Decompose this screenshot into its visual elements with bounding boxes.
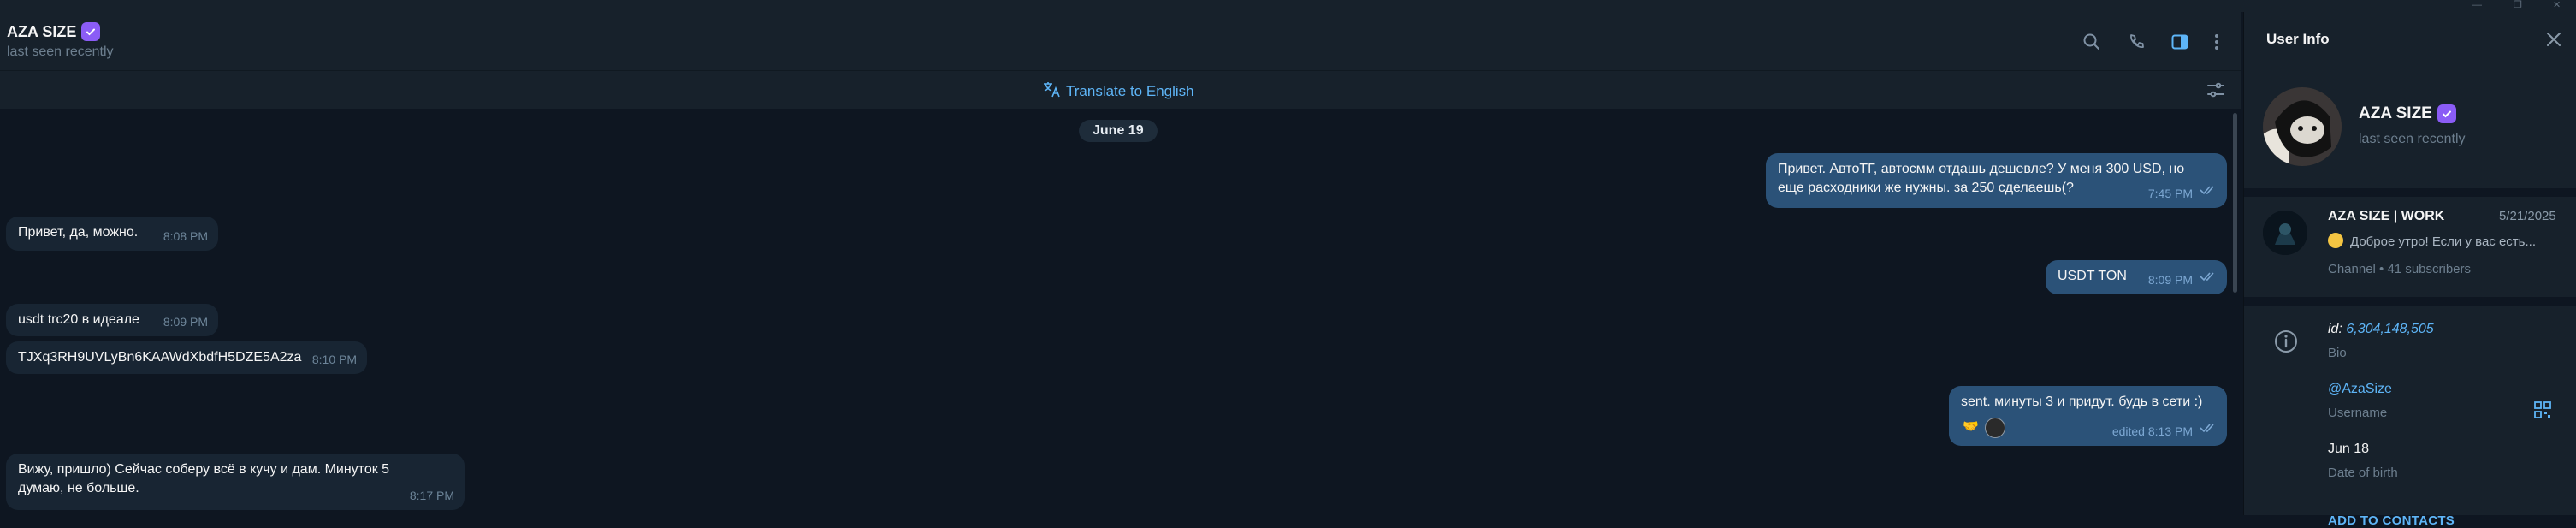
username-label: Username (2328, 406, 2388, 420)
message-time: 8:17 PM (409, 489, 454, 502)
user-id-prefix: id: (2328, 322, 2347, 336)
chat-status: last seen recently (7, 44, 114, 59)
window-titlebar: — ❐ ✕ (0, 0, 2576, 12)
chat-pane: AZA SIZE last seen recently Translate to… (0, 12, 2241, 515)
minimize-icon[interactable]: — (2472, 0, 2482, 10)
message-incoming[interactable]: usdt trc20 в идеале 8:09 PM (6, 304, 218, 336)
handshake-emoji-icon: 🤝 (1963, 419, 1979, 434)
message-text: TJXq3RH9UVLyBn6KAAWdXbdfH5DZE5A2za (18, 350, 302, 365)
message-outgoing[interactable]: Привет. АвтоТГ, автосмм отдашь дешевле? … (1766, 153, 2227, 208)
verified-icon (81, 22, 101, 41)
message-time: 8:10 PM (311, 353, 357, 366)
emoji-row: 🤝 (1963, 418, 2005, 438)
translate-button[interactable]: Translate to English (1042, 80, 1194, 103)
panel-title: User Info (2266, 31, 2330, 47)
message-text: sent. минуты 3 и придут. будь в сети :) (1961, 395, 2203, 409)
channel-date: 5/21/2025 (2499, 209, 2556, 223)
birth-date-value: Jun 18 (2328, 442, 2370, 456)
message-text: usdt trc20 в идеале (18, 312, 139, 327)
message-text: Привет. АвтоТГ, автосмм отдашь дешевле? … (1778, 162, 2185, 195)
channel-preview-text: Доброе утро! Если у вас есть... (2350, 234, 2536, 249)
profile-name: AZA SIZE (2359, 104, 2456, 123)
phone-icon[interactable] (2125, 31, 2147, 53)
message-time: 8:09 PM (2147, 273, 2193, 287)
translate-icon (1042, 80, 1061, 103)
message-outgoing[interactable]: sent. минуты 3 и придут. будь в сети :) … (1949, 386, 2227, 446)
message-outgoing[interactable]: USDT TON 8:09 PM (2046, 260, 2227, 294)
message-time: 8:09 PM (163, 315, 208, 329)
filter-icon[interactable] (2206, 80, 2226, 104)
message-time: edited 8:13 PM (2111, 424, 2193, 438)
close-icon[interactable] (2545, 31, 2562, 52)
divider (2244, 297, 2576, 306)
channel-meta: Channel • 41 subscribers (2328, 262, 2472, 276)
chat-header[interactable]: AZA SIZE last seen recently (0, 12, 2241, 71)
date-separator: June 19 (1079, 120, 1158, 142)
chat-title[interactable]: AZA SIZE (7, 22, 101, 41)
translate-label: Translate to English (1066, 82, 1194, 99)
info-icon (2273, 329, 2299, 359)
window-close-icon[interactable]: ✕ (2553, 0, 2561, 10)
avatar[interactable] (2263, 87, 2342, 166)
user-id[interactable]: id: 6,304,148,505 (2328, 322, 2434, 337)
user-info-panel: User Info AZA SIZE last seen recently AZ… (2243, 12, 2576, 528)
double-check-icon (2200, 420, 2217, 439)
message-incoming[interactable]: Вижу, пришло) Сейчас соберу всё в кучу и… (6, 454, 465, 510)
double-check-icon (2200, 269, 2217, 288)
smile-emoji-icon (2328, 233, 2343, 248)
channel-preview: Доброе утро! Если у вас есть... (2328, 233, 2573, 249)
message-time: 8:08 PM (163, 229, 208, 243)
maximize-icon[interactable]: ❐ (2514, 0, 2522, 10)
message-time: 7:45 PM (2147, 187, 2193, 200)
message-text: Вижу, пришло) Сейчас соберу всё в кучу и… (18, 462, 390, 495)
translate-bar: Translate to English (0, 71, 2241, 109)
message-text: USDT TON (2058, 269, 2127, 283)
profile-name-text: AZA SIZE (2359, 104, 2432, 122)
message-incoming[interactable]: Привет, да, можно. 8:08 PM (6, 217, 218, 251)
message-incoming[interactable]: TJXq3RH9UVLyBn6KAAWdXbdfH5DZE5A2za 8:10 … (6, 341, 367, 374)
sticker-emoji-icon (1985, 418, 2005, 438)
profile-status: last seen recently (2359, 132, 2466, 146)
search-icon[interactable] (2081, 31, 2103, 53)
double-check-icon (2200, 182, 2217, 201)
birth-date-label: Date of birth (2328, 466, 2398, 480)
channel-name: AZA SIZE | WORK (2328, 209, 2445, 223)
more-icon[interactable] (2206, 31, 2228, 53)
chat-title-text: AZA SIZE (7, 22, 77, 40)
username-value[interactable]: @AzaSize (2328, 382, 2392, 397)
chat-scrollbar[interactable] (2233, 113, 2237, 293)
message-text: Привет, да, можно. (18, 225, 139, 240)
bio-label: Bio (2328, 346, 2347, 360)
add-to-contacts-button[interactable]: ADD TO CONTACTS (2328, 513, 2455, 528)
channel-avatar (2263, 211, 2307, 255)
divider (2244, 188, 2576, 197)
sidebar-toggle-icon[interactable] (2169, 31, 2191, 53)
verified-icon (2437, 104, 2456, 123)
user-id-value: 6,304,148,505 (2346, 322, 2434, 336)
qr-icon[interactable] (2533, 400, 2552, 424)
